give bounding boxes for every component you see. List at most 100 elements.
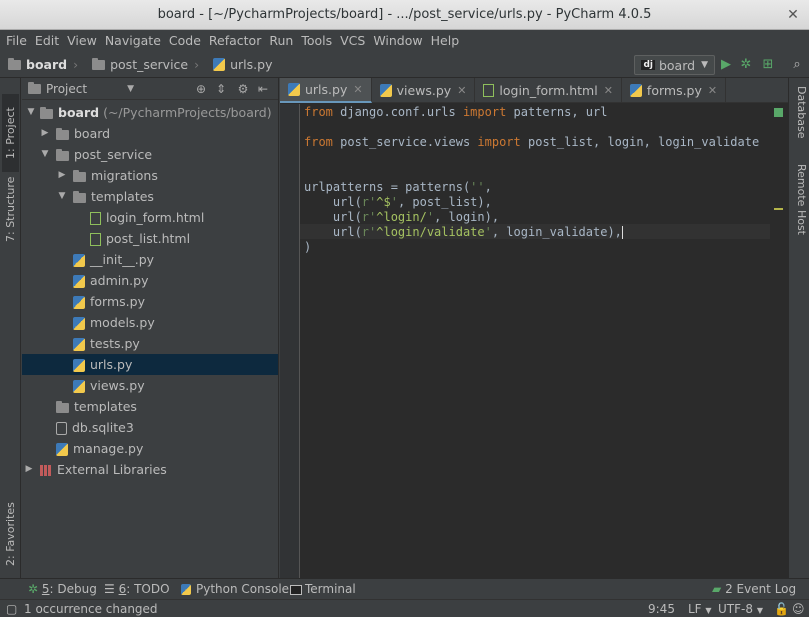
tree-item-label: admin.py bbox=[90, 273, 149, 288]
hide-panel-icon[interactable]: ⇤ bbox=[256, 80, 270, 98]
python-file-icon bbox=[288, 83, 300, 96]
editor-scrollbar[interactable] bbox=[770, 104, 788, 578]
tree-item-templates[interactable]: ▼ templates bbox=[22, 186, 278, 207]
tree-item-label: __init__.py bbox=[90, 252, 155, 267]
collapse-all-icon[interactable]: ⇕ bbox=[214, 80, 228, 98]
chevron-down-icon[interactable]: ▼ bbox=[127, 84, 134, 94]
chevron-right-icon[interactable]: ▶ bbox=[40, 123, 50, 144]
menu-tools[interactable]: Tools bbox=[297, 30, 336, 52]
menu-edit[interactable]: Edit bbox=[31, 30, 63, 52]
breadcrumb-board[interactable]: board › bbox=[0, 52, 84, 78]
tool-tab-python-console[interactable]: Python Console bbox=[181, 579, 289, 600]
tool-tab-todo[interactable]: ☰ 6: TODO bbox=[104, 579, 170, 600]
coverage-icon[interactable]: ⊞ bbox=[760, 56, 776, 74]
tab-label: login_form.html bbox=[499, 83, 598, 98]
line-separator-select[interactable]: LF ▼ bbox=[688, 600, 712, 617]
menu-run[interactable]: Run bbox=[265, 30, 297, 52]
tree-item-models-py[interactable]: models.py bbox=[22, 312, 278, 333]
tab-login-form-html[interactable]: login_form.html ✕ bbox=[475, 78, 622, 103]
tree-item-login-form-html[interactable]: login_form.html bbox=[22, 207, 278, 228]
tool-tab-favorites[interactable]: 2: Favorites bbox=[2, 498, 19, 570]
breadcrumb-urls-py[interactable]: urls.py bbox=[205, 52, 278, 78]
chevron-right-icon[interactable]: ▶ bbox=[57, 165, 67, 186]
tab-label: forms.py bbox=[646, 83, 702, 98]
close-window-button[interactable]: ✕ bbox=[785, 7, 801, 23]
tree-item-db-sqlite3[interactable]: db.sqlite3 bbox=[22, 417, 278, 438]
debug-icon[interactable]: ✲ bbox=[738, 56, 754, 74]
tree-item-init-py[interactable]: __init__.py bbox=[22, 249, 278, 270]
caret-position[interactable]: 9:45 bbox=[648, 600, 675, 617]
tab-urls-py[interactable]: urls.py ✕ bbox=[280, 78, 372, 103]
close-tab-icon[interactable]: ✕ bbox=[457, 84, 466, 97]
library-icon bbox=[40, 465, 52, 476]
tab-views-py[interactable]: views.py ✕ bbox=[372, 78, 476, 103]
python-file-icon bbox=[73, 317, 85, 330]
tree-item-board-root[interactable]: ▼ board (~/PycharmProjects/board) bbox=[22, 102, 278, 123]
tree-item-post-list-html[interactable]: post_list.html bbox=[22, 228, 278, 249]
tree-item-urls-py[interactable]: urls.py bbox=[22, 354, 278, 375]
tool-tab-label: : Debug bbox=[49, 582, 97, 596]
close-tab-icon[interactable]: ✕ bbox=[708, 84, 717, 97]
tree-item-forms-py[interactable]: forms.py bbox=[22, 291, 278, 312]
encoding-select[interactable]: UTF-8 ▼ bbox=[718, 600, 763, 617]
tool-tab-label: 7: Structure bbox=[4, 176, 17, 242]
tab-label: views.py bbox=[396, 83, 452, 98]
tree-item-admin-py[interactable]: admin.py bbox=[22, 270, 278, 291]
tree-item-board[interactable]: ▶ board bbox=[22, 123, 278, 144]
breadcrumb-label: post_service bbox=[110, 57, 189, 72]
todo-icon: ☰ bbox=[104, 582, 115, 596]
run-icon[interactable]: ▶ bbox=[718, 56, 734, 74]
tool-tab-event-log[interactable]: ▰ 2 Event Log bbox=[712, 579, 796, 600]
chevron-down-icon[interactable]: ▼ bbox=[40, 144, 50, 165]
gear-icon[interactable]: ⚙ bbox=[236, 80, 250, 98]
tree-item-templates-root[interactable]: templates bbox=[22, 396, 278, 417]
run-configuration-select[interactable]: dj board ▼ bbox=[634, 55, 715, 75]
project-panel: Project ▼ ⊕ ⇕ ⚙ ⇤ ▼ board (~/PycharmProj… bbox=[22, 78, 279, 578]
sync-icon[interactable]: ⊕ bbox=[194, 80, 208, 98]
tree-item-manage-py[interactable]: manage.py bbox=[22, 438, 278, 459]
tree-item-migrations[interactable]: ▶ migrations bbox=[22, 165, 278, 186]
breadcrumb-post-service[interactable]: post_service › bbox=[84, 52, 205, 78]
tool-tab-remote-host[interactable]: Remote Host bbox=[791, 164, 808, 250]
menu-help[interactable]: Help bbox=[427, 30, 464, 52]
folder-icon bbox=[73, 169, 86, 182]
menu-refactor[interactable]: Refactor bbox=[205, 30, 265, 52]
warning-marker[interactable] bbox=[774, 208, 783, 210]
menu-window[interactable]: Window bbox=[369, 30, 426, 52]
close-tab-icon[interactable]: ✕ bbox=[353, 83, 362, 96]
tab-forms-py[interactable]: forms.py ✕ bbox=[622, 78, 727, 103]
folder-icon bbox=[56, 400, 69, 413]
tool-tab-debug[interactable]: ✲ 5: Debug bbox=[28, 579, 97, 600]
chevron-down-icon[interactable]: ▼ bbox=[26, 102, 36, 123]
chevron-down-icon[interactable]: ▼ bbox=[57, 186, 67, 207]
breadcrumb-label: board bbox=[26, 57, 68, 72]
tree-item-post-service[interactable]: ▼ post_service bbox=[22, 144, 278, 165]
python-file-icon bbox=[73, 296, 85, 309]
menu-navigate[interactable]: Navigate bbox=[101, 30, 165, 52]
inspector-icon[interactable]: ☺ bbox=[792, 600, 805, 617]
menu-code[interactable]: Code bbox=[165, 30, 205, 52]
tree-item-tests-py[interactable]: tests.py bbox=[22, 333, 278, 354]
status-toggle-icon[interactable]: ▢ bbox=[6, 600, 17, 617]
folder-icon bbox=[92, 57, 106, 70]
menu-file[interactable]: File bbox=[2, 30, 31, 52]
tool-tab-structure[interactable]: 7: Structure bbox=[2, 174, 19, 244]
tree-item-label: db.sqlite3 bbox=[72, 420, 134, 435]
tree-item-views-py[interactable]: views.py bbox=[22, 375, 278, 396]
tool-tab-label: Python Console bbox=[196, 582, 290, 596]
tool-tab-terminal[interactable]: Terminal bbox=[290, 579, 356, 600]
tool-tab-database[interactable]: Database bbox=[791, 86, 808, 150]
close-tab-icon[interactable]: ✕ bbox=[604, 84, 613, 97]
tool-tab-project[interactable]: 1: Project bbox=[2, 94, 19, 172]
menu-view[interactable]: View bbox=[63, 30, 101, 52]
project-panel-title[interactable]: Project bbox=[46, 82, 87, 96]
lock-icon[interactable]: 🔓 bbox=[774, 600, 789, 617]
code-line-8: url(r'^login/', login), bbox=[304, 210, 500, 224]
tree-item-external-libraries[interactable]: ▶ External Libraries bbox=[22, 459, 278, 480]
tool-tab-label: 1: Project bbox=[4, 107, 17, 159]
menu-vcs[interactable]: VCS bbox=[336, 30, 369, 52]
chevron-right-icon[interactable]: ▶ bbox=[24, 459, 34, 480]
project-panel-header: Project ▼ ⊕ ⇕ ⚙ ⇤ bbox=[22, 78, 278, 100]
tree-item-label: post_service bbox=[74, 147, 153, 162]
search-icon[interactable]: ⌕ bbox=[789, 56, 805, 74]
